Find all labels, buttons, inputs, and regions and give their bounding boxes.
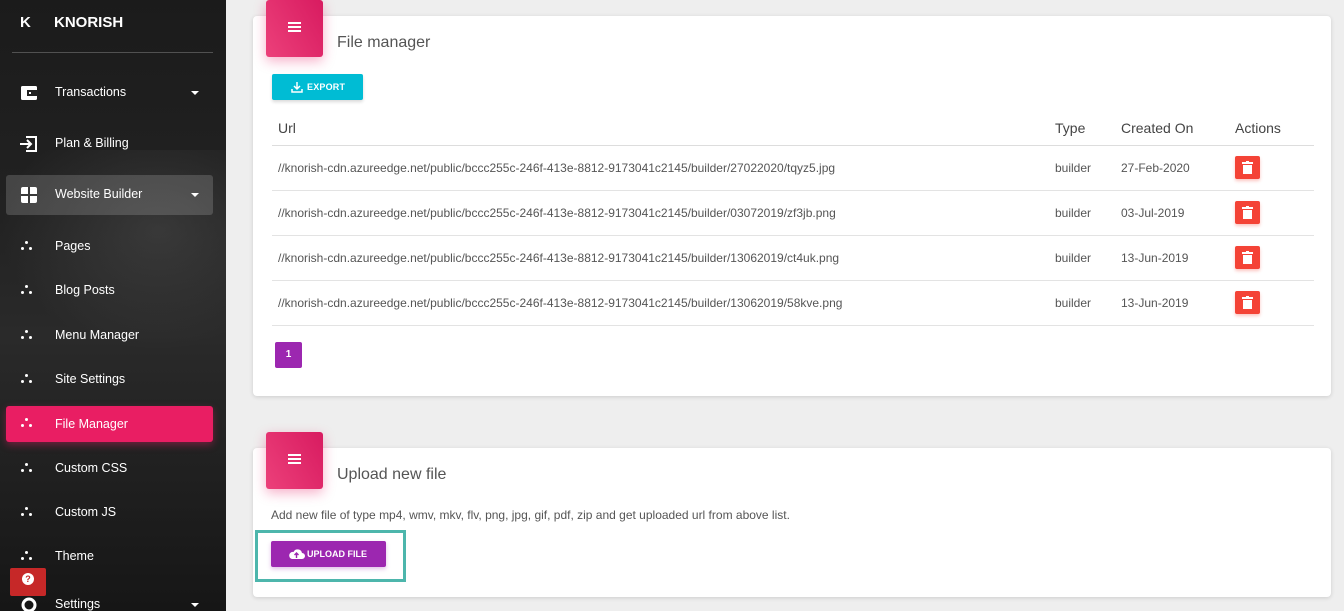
column-header-type[interactable]: Type: [1049, 111, 1115, 146]
help-button[interactable]: ?: [10, 568, 46, 596]
file-url: //knorish-cdn.azureedge.net/public/bccc2…: [272, 235, 1049, 281]
file-type: builder: [1049, 145, 1115, 191]
download-icon: [291, 82, 303, 93]
upload-description: Add new file of type mp4, wmv, mkv, flv,…: [271, 508, 790, 522]
file-type: builder: [1049, 190, 1115, 236]
sidebar-item-label: Custom CSS: [55, 461, 128, 475]
cloud-upload-icon: [289, 549, 305, 559]
dots-icon: [21, 507, 35, 519]
export-button[interactable]: EXPORT: [272, 74, 363, 100]
sidebar-item-custom-js[interactable]: Custom JS: [6, 493, 213, 533]
login-icon: [20, 136, 37, 152]
export-label: EXPORT: [307, 82, 346, 92]
sidebar-item-label: Blog Posts: [55, 283, 115, 297]
dots-icon: [21, 241, 35, 253]
sidebar-item-label: Menu Manager: [55, 328, 140, 342]
sidebar-item-label: Theme: [55, 549, 94, 563]
brand-name: KNORISH: [54, 14, 124, 31]
delete-button[interactable]: [1235, 201, 1260, 224]
sidebar-item-label: Settings: [55, 597, 101, 611]
trash-icon: [1242, 296, 1253, 309]
wallet-icon: [21, 86, 38, 100]
pagination-page-1[interactable]: 1: [275, 342, 302, 368]
list-icon: [266, 432, 323, 489]
file-manager-card: File manager EXPORT Url Type Created On …: [253, 0, 1331, 396]
list-icon: [266, 0, 323, 57]
dots-icon: [21, 463, 35, 475]
sidebar-item-file-manager[interactable]: File Manager: [6, 406, 213, 442]
dots-icon: [21, 418, 35, 430]
upload-card: Upload new file Add new file of type mp4…: [253, 432, 1331, 597]
question-icon: ?: [22, 573, 34, 585]
table-header-row: Url Type Created On Actions: [272, 111, 1314, 146]
sidebar-item-label: Custom JS: [55, 505, 117, 519]
table-row: //knorish-cdn.azureedge.net/public/bccc2…: [272, 190, 1314, 236]
trash-icon: [1242, 206, 1253, 219]
file-type: builder: [1049, 280, 1115, 326]
sidebar-item-label: Plan & Billing: [55, 136, 129, 150]
sidebar-item-plan-billing[interactable]: Plan & Billing: [6, 124, 213, 164]
brand-mini-logo: K: [20, 14, 31, 31]
files-table: Url Type Created On Actions //knorish-cd…: [272, 111, 1314, 326]
sidebar-item-custom-css[interactable]: Custom CSS: [6, 449, 213, 489]
delete-button[interactable]: [1235, 156, 1260, 179]
caret-down-icon: [191, 603, 199, 607]
caret-down-icon: [191, 91, 199, 95]
dots-icon: [21, 330, 35, 342]
table-row: //knorish-cdn.azureedge.net/public/bccc2…: [272, 235, 1314, 281]
sidebar-item-label: Website Builder: [55, 187, 143, 201]
sidebar-divider: [12, 52, 213, 53]
sidebar-item-blog-posts[interactable]: Blog Posts: [6, 271, 213, 311]
builder-icon: [21, 187, 37, 203]
table-row: //knorish-cdn.azureedge.net/public/bccc2…: [272, 280, 1314, 326]
dots-icon: [21, 285, 35, 297]
sidebar-item-transactions[interactable]: Transactions: [6, 73, 213, 113]
gear-icon: [21, 597, 37, 611]
column-header-actions: Actions: [1229, 111, 1314, 146]
trash-icon: [1242, 161, 1253, 174]
card-title: File manager: [337, 34, 431, 51]
file-created: 27-Feb-2020: [1115, 145, 1229, 191]
file-created: 03-Jul-2019: [1115, 190, 1229, 236]
sidebar-item-menu-manager[interactable]: Menu Manager: [6, 316, 213, 356]
trash-icon: [1242, 251, 1253, 264]
sidebar-item-label: Site Settings: [55, 372, 126, 386]
table-row: //knorish-cdn.azureedge.net/public/bccc2…: [272, 145, 1314, 191]
file-created: 13-Jun-2019: [1115, 235, 1229, 281]
sidebar-item-site-settings[interactable]: Site Settings: [6, 360, 213, 400]
file-type: builder: [1049, 235, 1115, 281]
delete-button[interactable]: [1235, 246, 1260, 269]
file-url: //knorish-cdn.azureedge.net/public/bccc2…: [272, 145, 1049, 191]
column-header-created-on[interactable]: Created On: [1115, 111, 1229, 146]
dots-icon: [21, 374, 35, 386]
file-url: //knorish-cdn.azureedge.net/public/bccc2…: [272, 190, 1049, 236]
sidebar-item-label: Pages: [55, 239, 91, 253]
file-created: 13-Jun-2019: [1115, 280, 1229, 326]
sidebar-item-pages[interactable]: Pages: [6, 227, 213, 267]
sidebar-item-website-builder[interactable]: Website Builder: [6, 175, 213, 215]
column-header-url[interactable]: Url: [272, 111, 1049, 146]
sidebar: K KNORISH Transactions Plan & Billing We…: [0, 0, 226, 611]
brand[interactable]: K KNORISH: [0, 0, 226, 53]
caret-down-icon: [191, 193, 199, 197]
sidebar-item-label: File Manager: [55, 417, 128, 431]
upload-file-button[interactable]: UPLOAD FILE: [271, 541, 386, 567]
upload-file-label: UPLOAD FILE: [307, 549, 367, 559]
dots-icon: [21, 551, 35, 563]
sidebar-item-label: Transactions: [55, 85, 127, 99]
card-title: Upload new file: [337, 466, 447, 483]
file-url: //knorish-cdn.azureedge.net/public/bccc2…: [272, 280, 1049, 326]
delete-button[interactable]: [1235, 291, 1260, 314]
